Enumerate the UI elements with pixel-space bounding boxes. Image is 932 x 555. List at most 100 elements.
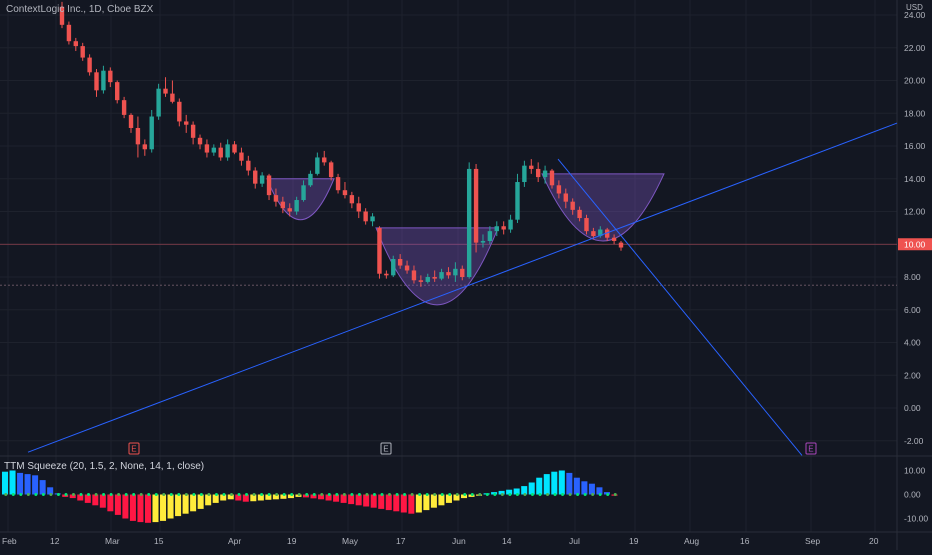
price-axis-tick: 16.00 xyxy=(904,141,926,151)
price-axis-tick: 12.00 xyxy=(904,207,926,217)
squeeze-dot xyxy=(538,493,542,496)
squeeze-dot xyxy=(485,493,489,496)
squeeze-dot xyxy=(463,493,467,496)
momentum-bar xyxy=(536,477,543,495)
squeeze-dot xyxy=(448,493,452,496)
squeeze-dot xyxy=(327,493,331,496)
candle-body xyxy=(94,72,99,91)
squeeze-dot xyxy=(312,493,316,496)
candle-body xyxy=(170,93,175,102)
indicator-label[interactable]: TTM Squeeze (20, 1.5, 2, None, 14, 1, cl… xyxy=(4,461,204,472)
candle-body xyxy=(515,182,520,220)
candle-body xyxy=(487,231,493,241)
momentum-bar xyxy=(408,494,415,514)
indicator-axis-tick: -10.00 xyxy=(904,514,928,524)
time-axis-tick: 19 xyxy=(629,536,639,546)
candle-body xyxy=(480,240,486,243)
squeeze-dot xyxy=(440,493,444,496)
squeeze-dot xyxy=(342,493,346,496)
momentum-bar xyxy=(99,494,106,508)
candle-body xyxy=(418,280,424,282)
candle-body xyxy=(287,208,292,212)
squeeze-dot xyxy=(11,493,15,496)
squeeze-dot xyxy=(64,493,68,496)
squeeze-dot xyxy=(515,493,519,496)
squeeze-dot xyxy=(147,493,151,496)
time-axis-tick: Jul xyxy=(569,536,580,546)
candle-body xyxy=(425,277,430,282)
candle-body xyxy=(335,177,341,191)
time-axis-tick: 19 xyxy=(287,536,297,546)
squeeze-dot xyxy=(124,493,128,496)
squeeze-dot xyxy=(290,493,294,496)
squeeze-dot xyxy=(169,493,173,496)
squeeze-dot xyxy=(403,493,407,496)
momentum-bar xyxy=(190,494,197,512)
momentum-bar xyxy=(363,494,370,507)
candle-body xyxy=(322,157,327,163)
squeeze-dot xyxy=(184,493,188,496)
candle-body xyxy=(115,82,120,101)
momentum-bar xyxy=(588,483,595,495)
squeeze-dot xyxy=(530,493,534,496)
squeeze-dot xyxy=(267,493,271,496)
candle-body xyxy=(232,144,237,153)
momentum-bar xyxy=(9,470,16,495)
price-axis-tick: 0.00 xyxy=(904,403,921,413)
momentum-bar xyxy=(137,494,144,523)
squeeze-dot xyxy=(598,493,602,496)
momentum-bar xyxy=(355,494,362,506)
candle-body xyxy=(184,121,189,125)
candle-body xyxy=(121,100,127,115)
candle-body xyxy=(404,265,410,271)
candle-body xyxy=(301,185,306,201)
candle-body xyxy=(66,24,72,42)
price-axis-tick: 6.00 xyxy=(904,305,921,315)
candle-body xyxy=(411,270,417,281)
candle-body xyxy=(556,185,562,194)
squeeze-dot xyxy=(576,493,580,496)
candle-body xyxy=(446,272,451,276)
squeeze-dot xyxy=(260,493,264,496)
momentum-bar xyxy=(32,475,39,495)
squeeze-dot xyxy=(4,493,8,496)
time-axis-tick: 17 xyxy=(396,536,406,546)
candle-body xyxy=(259,175,265,184)
momentum-bar xyxy=(573,477,580,495)
candle-body xyxy=(363,211,368,222)
squeeze-dot xyxy=(470,493,474,496)
candle-body xyxy=(73,41,79,47)
candle-body xyxy=(108,70,113,83)
squeeze-dot xyxy=(222,493,226,496)
momentum-bar xyxy=(430,494,437,508)
momentum-bar xyxy=(175,494,182,517)
momentum-bar xyxy=(197,494,204,509)
squeeze-dot xyxy=(425,493,429,496)
squeeze-dot xyxy=(282,493,286,496)
momentum-bar xyxy=(182,494,189,514)
candle-body xyxy=(294,200,299,212)
squeeze-dot xyxy=(320,493,324,496)
time-axis-tick: Aug xyxy=(684,536,699,546)
candle-body xyxy=(101,70,106,91)
squeeze-dot xyxy=(162,493,166,496)
price-axis-tick: 14.00 xyxy=(904,174,926,184)
momentum-bar xyxy=(378,494,385,509)
momentum-bar xyxy=(92,494,99,506)
time-axis-tick: Sep xyxy=(805,536,820,546)
candle-body xyxy=(266,175,272,196)
price-axis-tick: 20.00 xyxy=(904,76,926,86)
candle-body xyxy=(135,127,141,145)
candle-body xyxy=(501,226,506,230)
candle-body xyxy=(563,193,568,202)
indicator-axis-tick: 10.00 xyxy=(904,466,926,476)
squeeze-dot xyxy=(245,493,249,496)
candle-body xyxy=(163,88,168,94)
candle-body xyxy=(246,160,251,171)
momentum-bar xyxy=(122,494,129,519)
squeeze-dot xyxy=(478,493,482,496)
momentum-bar xyxy=(129,494,136,521)
momentum-bar xyxy=(17,472,24,495)
candle-body xyxy=(542,170,548,178)
candle-body xyxy=(549,170,555,186)
